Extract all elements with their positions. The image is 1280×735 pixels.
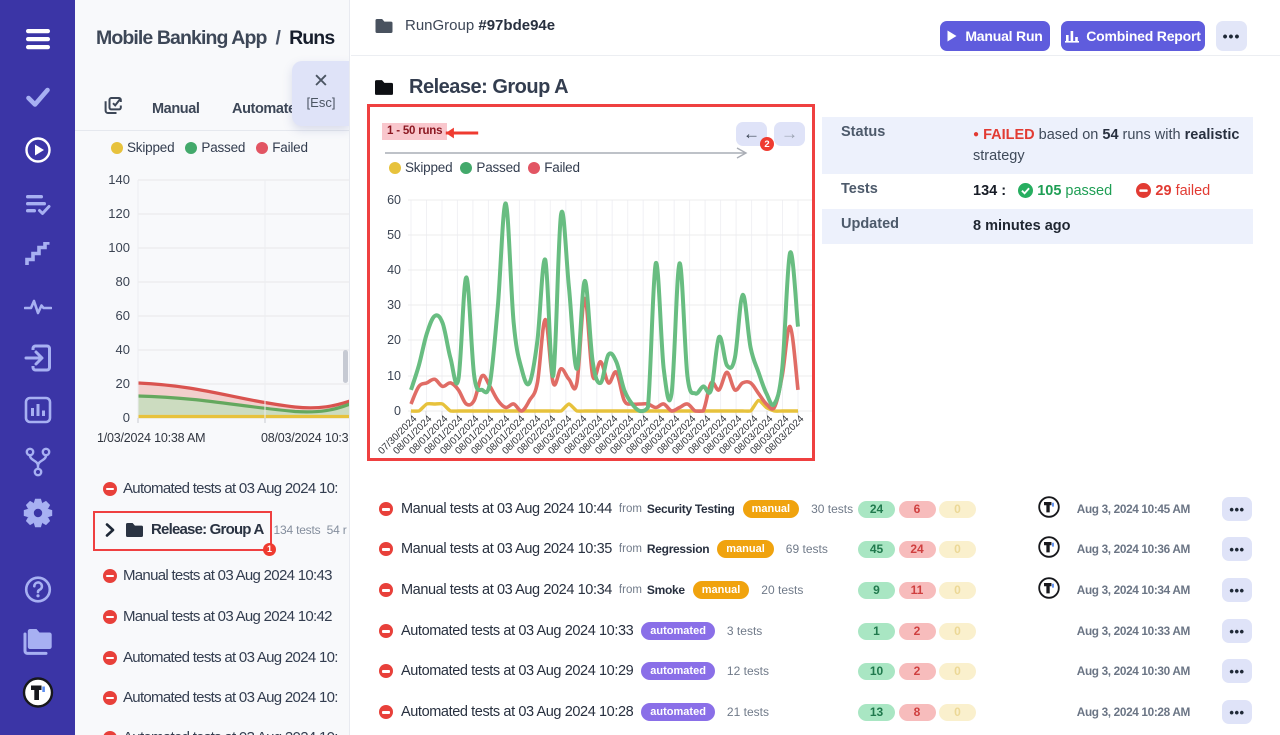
svg-text:20: 20 bbox=[116, 376, 130, 391]
svg-text:0: 0 bbox=[123, 410, 130, 425]
svg-text:60: 60 bbox=[116, 308, 130, 323]
svg-text:50: 50 bbox=[387, 228, 401, 242]
svg-text:08/03/2024 10:39 AM: 08/03/2024 10:39 AM bbox=[261, 431, 350, 445]
svg-text:140: 140 bbox=[108, 172, 130, 187]
svg-text:10: 10 bbox=[387, 369, 401, 383]
svg-text:20: 20 bbox=[387, 333, 401, 347]
svg-text:120: 120 bbox=[108, 206, 130, 221]
svg-text:30: 30 bbox=[387, 298, 401, 312]
svg-text:0: 0 bbox=[394, 404, 401, 418]
svg-text:40: 40 bbox=[387, 263, 401, 277]
svg-text:40: 40 bbox=[116, 342, 130, 357]
svg-text:100: 100 bbox=[108, 240, 130, 255]
svg-text:1/03/2024 10:38 AM: 1/03/2024 10:38 AM bbox=[97, 431, 205, 445]
svg-text:80: 80 bbox=[116, 274, 130, 289]
svg-text:60: 60 bbox=[387, 193, 401, 207]
